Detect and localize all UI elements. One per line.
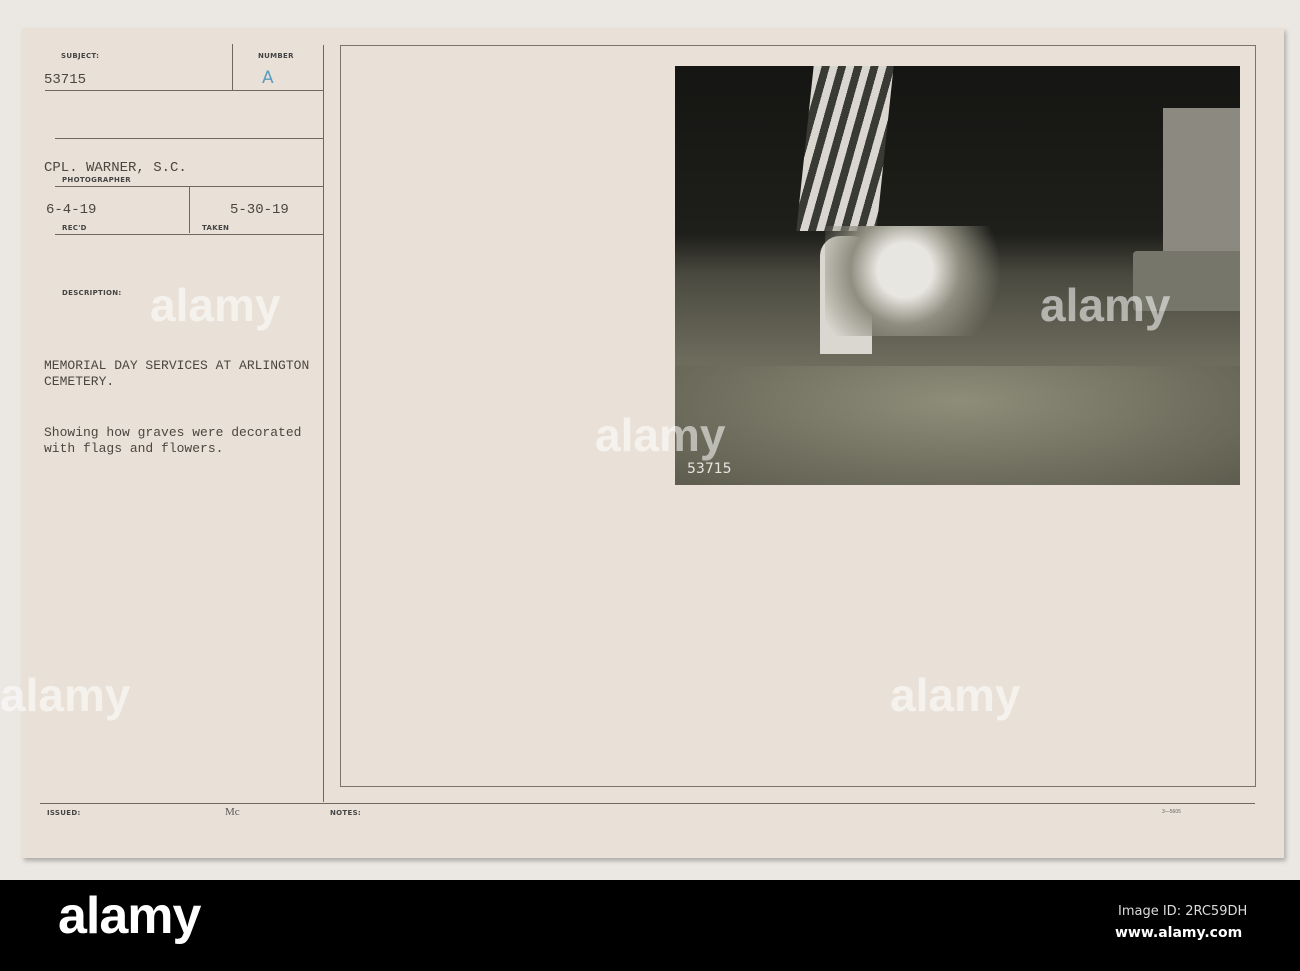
watermark: alamy [1040,279,1171,331]
recd-label: REC'D [62,224,87,232]
notes-label: NOTES: [330,809,362,817]
taken-value: 5-30-19 [230,202,289,218]
alamy-logo: alamy [58,887,201,945]
watermark: alamy [150,279,281,331]
alamy-url[interactable]: www.alamy.com [1115,925,1242,941]
watermark: alamy [595,409,726,461]
issued-label: ISSUED: [47,809,81,817]
negative-number: 53715 [687,461,732,477]
recd-value: 6-4-19 [46,202,97,218]
subject-value: 53715 [44,72,87,88]
headstone [1163,108,1240,253]
description-label: DESCRIPTION: [62,289,122,297]
taken-label: TAKEN [202,224,230,232]
flowers [825,226,1025,336]
subject-label: SUBJECT: [61,52,100,60]
number-stamp: A [262,68,274,88]
description-title: MEMORIAL DAY SERVICES AT ARLINGTON CEMET… [44,358,310,389]
description-text: Showing how graves were decorated with f… [44,425,302,456]
form-number: 3—5605 [1162,809,1181,815]
watermark: alamy [890,669,1021,721]
issued-value: Mc [225,806,240,818]
watermark: alamy [0,669,131,721]
footer-bar: alamy Image ID: 2RC59DH www.alamy.com [0,880,1300,971]
photographer-label: PHOTOGRAPHER [62,176,131,184]
number-label: NUMBER [258,52,294,60]
photograph-grave-with-flag-and-flowers: 53715 [675,66,1240,485]
flag [796,66,894,231]
image-id: Image ID: 2RC59DH [1118,904,1248,919]
photographer-value: CPL. WARNER, S.C. [44,160,187,176]
